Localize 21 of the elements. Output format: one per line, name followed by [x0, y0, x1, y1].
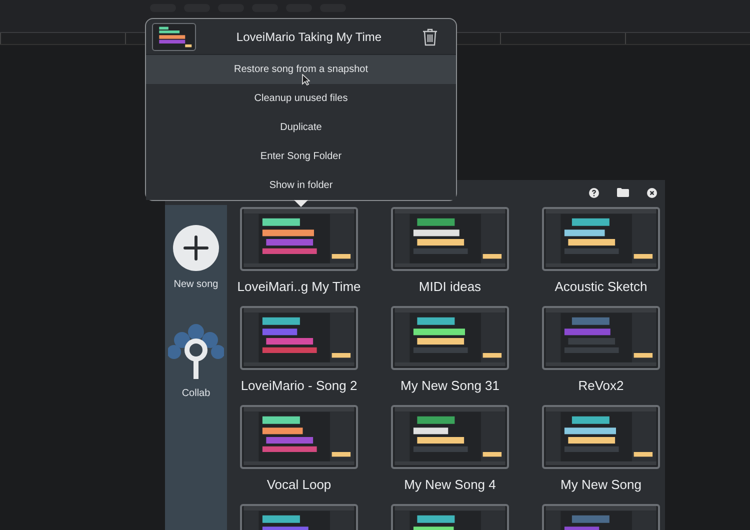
close-icon[interactable]: [647, 188, 657, 198]
song-title: My New Song: [560, 476, 642, 494]
trash-icon[interactable]: [422, 28, 438, 46]
menu-title: LoveiMario Taking My Time: [235, 28, 383, 46]
collab-icon[interactable]: [168, 322, 224, 380]
song-title: My New Song 4: [404, 476, 496, 494]
help-icon[interactable]: [589, 188, 599, 198]
song-title: Vocal Loop: [266, 476, 332, 494]
song-title: MIDI ideas: [418, 278, 482, 296]
pointer-arrow: [294, 200, 308, 207]
cursor-icon: [302, 74, 310, 86]
sidebar-label: New song: [174, 278, 218, 292]
song-title: LoveiMari..g My Time: [237, 278, 361, 296]
menu-item[interactable]: Restore song from a snapshot: [146, 55, 456, 84]
song-title: LoveiMario - Song 2: [240, 377, 358, 395]
sidebar-label: Collab: [182, 387, 210, 401]
song-title: My New Song 31: [400, 377, 500, 395]
folder-icon[interactable]: [617, 188, 629, 197]
plus-icon[interactable]: [173, 225, 219, 271]
song-title: ReVox2: [578, 377, 624, 395]
song-title: Acoustic Sketch: [554, 278, 648, 296]
